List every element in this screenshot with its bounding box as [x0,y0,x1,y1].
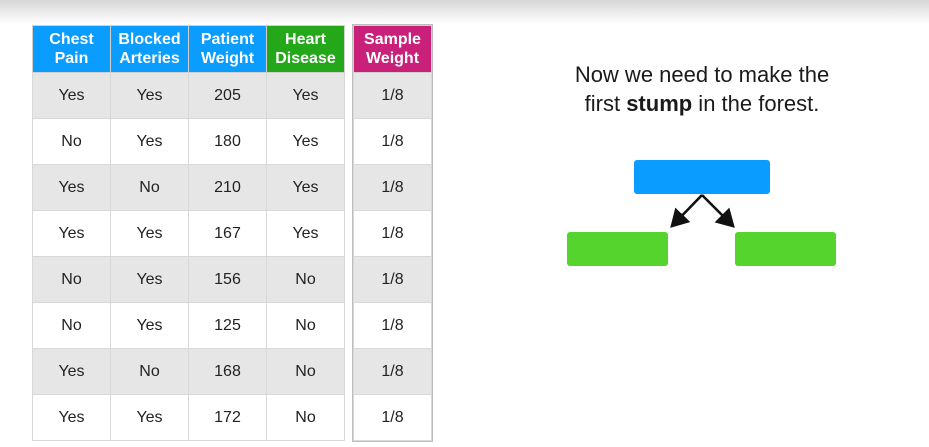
weight-row: 1/8 [353,394,432,441]
cell-chest-pain: No [32,256,111,303]
cell-heart-disease: No [266,394,345,441]
stump-right-leaf-node [735,232,836,266]
stump-left-leaf-node [567,232,668,266]
cell-sample-weight: 1/8 [353,210,432,257]
slide: Chest Pain Blocked Arteries Patient Weig… [0,0,929,447]
cell-blocked-arteries: No [110,164,189,211]
sample-weight-table: Sample Weight 1/8 1/8 1/8 1/8 1/8 1/8 1/… [352,24,433,442]
cell-heart-disease: Yes [266,118,345,165]
cell-blocked-arteries: Yes [110,256,189,303]
cell-blocked-arteries: No [110,348,189,395]
cell-heart-disease: No [266,256,345,303]
table-row: No Yes 180 Yes [32,118,345,165]
cell-sample-weight: 1/8 [353,256,432,303]
cell-chest-pain: Yes [32,348,111,395]
patient-table: Chest Pain Blocked Arteries Patient Weig… [32,25,345,441]
weight-row: 1/8 [353,210,432,257]
weight-row: 1/8 [353,348,432,395]
cell-sample-weight: 1/8 [353,302,432,349]
cell-sample-weight: 1/8 [353,348,432,395]
cell-chest-pain: Yes [32,394,111,441]
caption-line-2-start: first [584,91,627,116]
cell-patient-weight: 210 [188,164,267,211]
cell-blocked-arteries: Yes [110,394,189,441]
cell-blocked-arteries: Yes [110,72,189,119]
cell-sample-weight: 1/8 [353,164,432,211]
table-header-row: Chest Pain Blocked Arteries Patient Weig… [32,25,345,73]
caption-line-2-end: in the forest. [692,91,820,116]
cell-heart-disease: No [266,302,345,349]
weight-header-row: Sample Weight [353,25,432,73]
cell-chest-pain: Yes [32,164,111,211]
cell-sample-weight: 1/8 [353,118,432,165]
table-row: No Yes 125 No [32,302,345,349]
cell-blocked-arteries: Yes [110,210,189,257]
cell-sample-weight: 1/8 [353,72,432,119]
cell-heart-disease: Yes [266,164,345,211]
table-row: Yes Yes 205 Yes [32,72,345,119]
weight-row: 1/8 [353,72,432,119]
header-sample-weight: Sample Weight [353,25,432,73]
cell-blocked-arteries: Yes [110,118,189,165]
cell-patient-weight: 205 [188,72,267,119]
cell-heart-disease: Yes [266,210,345,257]
cell-chest-pain: No [32,118,111,165]
cell-chest-pain: Yes [32,72,111,119]
header-heart-disease: Heart Disease [266,25,345,73]
cell-chest-pain: No [32,302,111,349]
weight-row: 1/8 [353,118,432,165]
top-shadow [0,0,929,24]
left-arrow-icon [670,194,703,228]
cell-patient-weight: 180 [188,118,267,165]
cell-patient-weight: 156 [188,256,267,303]
cell-patient-weight: 167 [188,210,267,257]
table-row: No Yes 156 No [32,256,345,303]
header-chest-pain: Chest Pain [32,25,111,73]
table-row: Yes No 168 No [32,348,345,395]
table-row: Yes Yes 167 Yes [32,210,345,257]
cell-patient-weight: 172 [188,394,267,441]
caption-line-1: Now we need to make the [574,62,830,87]
stump-root-node [634,160,770,194]
caption-emphasis: stump [626,91,693,116]
cell-heart-disease: Yes [266,72,345,119]
table-row: Yes Yes 172 No [32,394,345,441]
weight-row: 1/8 [353,256,432,303]
header-blocked-arteries: Blocked Arteries [110,25,189,73]
table-row: Yes No 210 Yes [32,164,345,211]
cell-sample-weight: 1/8 [353,394,432,441]
cell-heart-disease: No [266,348,345,395]
cell-patient-weight: 125 [188,302,267,349]
header-patient-weight: Patient Weight [188,25,267,73]
cell-chest-pain: Yes [32,210,111,257]
weight-row: 1/8 [353,302,432,349]
right-arrow-icon [701,194,735,228]
cell-patient-weight: 168 [188,348,267,395]
cell-blocked-arteries: Yes [110,302,189,349]
slide-caption: Now we need to make the first stump in t… [520,60,884,118]
weight-row: 1/8 [353,164,432,211]
